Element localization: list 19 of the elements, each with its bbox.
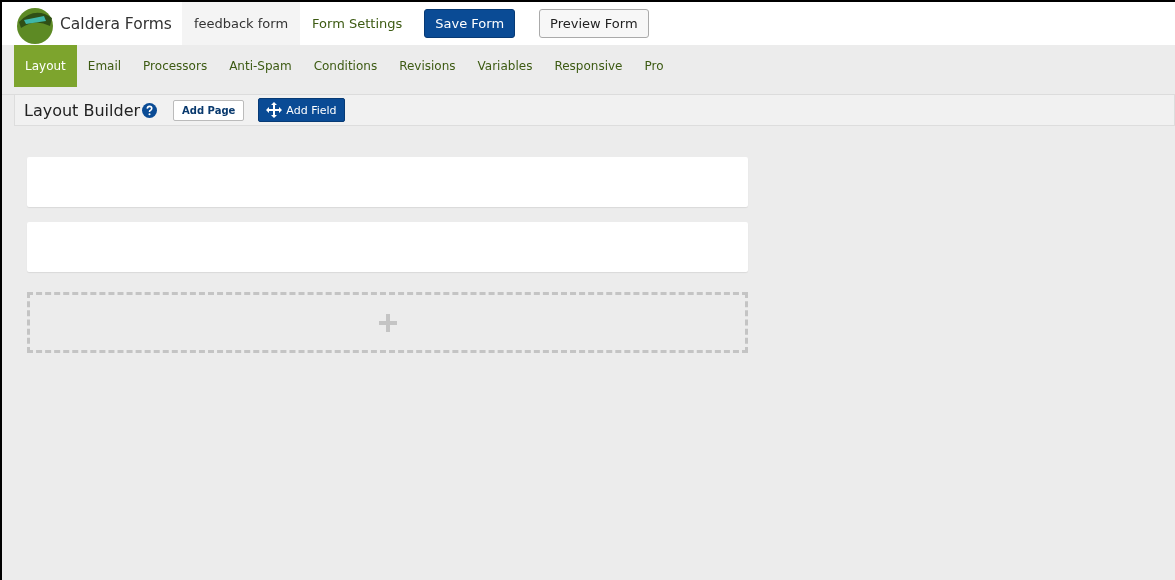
- builder-title: Layout Builder: [24, 100, 141, 120]
- tab[interactable]: Anti-Spam: [218, 45, 303, 87]
- save-form-button[interactable]: Save Form: [424, 9, 516, 38]
- form-name: feedback form: [181, 2, 301, 45]
- help-icon[interactable]: [142, 102, 158, 118]
- tab[interactable]: Responsive: [543, 45, 634, 87]
- tab[interactable]: Revisions: [388, 45, 467, 87]
- add-page-button[interactable]: Add Page: [173, 99, 245, 121]
- move-icon: [266, 102, 283, 118]
- tab[interactable]: Pro: [633, 45, 675, 87]
- tab[interactable]: Processors: [132, 45, 219, 87]
- tab[interactable]: Email: [76, 45, 133, 87]
- tab[interactable]: Conditions: [302, 45, 389, 87]
- tab[interactable]: Variables: [466, 45, 544, 87]
- add-field-button[interactable]: Add Field: [258, 98, 345, 122]
- plus-icon: [378, 313, 397, 332]
- preview-form-button[interactable]: Preview Form: [539, 9, 649, 38]
- brand-name: Caldera Forms: [60, 14, 172, 33]
- form-settings-link[interactable]: Form Settings: [312, 16, 403, 31]
